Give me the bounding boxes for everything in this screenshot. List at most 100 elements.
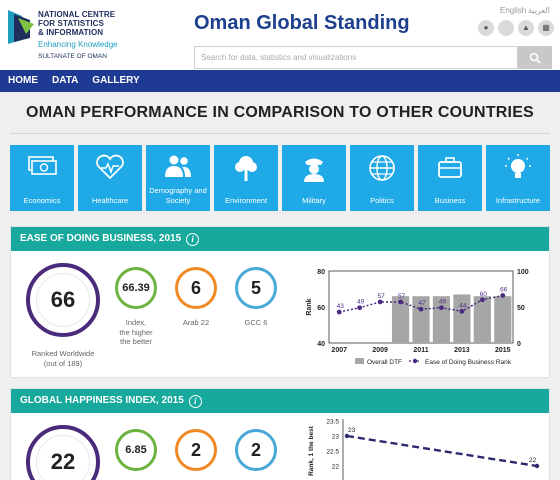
category-label: Healthcare — [91, 196, 129, 205]
caption-line: the higher — [119, 327, 153, 337]
y-tick-label: 23 — [332, 434, 340, 441]
x-tick-label: 2007 — [331, 347, 347, 354]
category-environment[interactable]: Environment — [214, 145, 278, 211]
heart-icon — [96, 154, 124, 180]
happiness-rank-chart[interactable]: 23.5 23 22.5 22 Rank, 1 the best 23 22 — [303, 417, 549, 480]
category-healthcare[interactable]: Healthcare — [78, 145, 142, 211]
legend-label-ease-rank: Ease of Doing Business Rank — [425, 359, 512, 366]
language-arabic-link[interactable]: العربية — [528, 6, 550, 15]
data-label: 49 — [439, 299, 447, 306]
section-header: EASE OF DOING BUSINESS, 2015 i — [11, 227, 549, 251]
officer-icon — [304, 158, 324, 182]
point-happiness-rank — [344, 433, 350, 439]
globe-icon — [369, 155, 395, 181]
org-name: NATIONAL CENTRE FOR STATISTICS & INFORMA… — [38, 10, 115, 37]
ease-of-doing-business-section: EASE OF DOING BUSINESS, 2015 i 66 Ranked… — [10, 226, 550, 378]
windows-icon[interactable]: ▦ — [538, 20, 554, 36]
data-label: 23 — [348, 427, 356, 434]
caption-line: the better — [120, 337, 152, 346]
data-label: 57 — [398, 293, 406, 300]
index-caption: Index, the higher the better — [107, 318, 165, 347]
happiness-rank-value: 22 — [50, 449, 76, 474]
data-label: 57 — [377, 293, 385, 300]
y-left-tick-label: 40 — [317, 341, 325, 348]
data-label: 44 — [459, 302, 467, 309]
category-business[interactable]: Business — [418, 145, 482, 211]
page-title: OMAN PERFORMANCE IN COMPARISON TO OTHER … — [26, 104, 534, 121]
category-label: Business — [434, 196, 466, 205]
legend-marker-ease-rank — [412, 358, 418, 364]
x-tick-label: 2015 — [495, 347, 511, 354]
info-icon[interactable]: i — [186, 232, 200, 246]
point-ease-rank — [336, 309, 342, 315]
category-demography-society[interactable]: Demography and Society — [146, 145, 210, 211]
tree-icon — [235, 156, 257, 181]
language-english-link[interactable]: English — [500, 6, 526, 15]
index-value: 66.39 — [122, 282, 150, 294]
briefcase-icon — [438, 157, 462, 178]
nav-data[interactable]: DATA — [45, 70, 85, 92]
point-ease-rank — [439, 305, 444, 311]
ease-of-doing-business-chart[interactable]: 40 60 80 0 50 100 Rank 43 49 57 57 47 49 44 60 66 2007 20… — [303, 263, 541, 373]
android-icon[interactable]: ▲ — [518, 20, 534, 36]
section-header: GLOBAL HAPPINESS INDEX, 2015 i — [11, 389, 549, 413]
point-ease-rank — [418, 306, 424, 312]
org-name-line: FOR STATISTICS — [38, 19, 104, 28]
data-label: 66 — [500, 286, 508, 293]
nav-home[interactable]: HOME — [0, 70, 45, 92]
category-label: Politics — [370, 196, 394, 205]
ncsi-logo-icon[interactable] — [8, 10, 34, 44]
category-label: Demography and Society — [149, 186, 207, 205]
category-label: Environment — [224, 196, 268, 205]
caption-line: Index, — [125, 318, 147, 327]
org-name-line: & INFORMATION — [38, 28, 104, 37]
blackberry-icon[interactable]: ● — [478, 20, 494, 36]
point-ease-rank — [459, 308, 465, 314]
gcc-rank-caption: GCC 6 — [244, 318, 268, 327]
apple-icon[interactable] — [498, 20, 514, 36]
point-ease-rank — [357, 305, 363, 311]
bar-overall-dtf — [494, 296, 512, 343]
search-icon — [529, 52, 541, 64]
search-input[interactable]: Search for data, statistics and visualiz… — [194, 46, 518, 69]
people-icon — [165, 155, 191, 177]
gcc-rank-badge: 5 — [235, 267, 277, 309]
y-right-tick-label: 100 — [517, 269, 529, 276]
app-store-links: ● ▲ ▦ — [478, 20, 554, 36]
rank-worldwide-badge: 66 — [26, 263, 100, 337]
site-title[interactable]: Oman Global Standing — [194, 12, 410, 35]
rank-worldwide-caption: Ranked Worldwide (out of 189) — [19, 349, 107, 368]
legend-label-overall-dtf: Overall DTF — [367, 359, 402, 366]
main-nav: HOME DATA GALLERY — [0, 70, 560, 92]
data-label: 43 — [337, 303, 345, 310]
nav-gallery[interactable]: GALLERY — [85, 70, 146, 92]
org-name-line: NATIONAL CENTRE — [38, 10, 116, 19]
arab-rank-caption: Arab 22 — [182, 318, 210, 327]
point-ease-rank — [479, 297, 485, 303]
category-tiles: Economics Healthcare Demography and Soci… — [10, 145, 550, 211]
global-happiness-index-section: GLOBAL HAPPINESS INDEX, 2015 i 22 6.85 2… — [10, 388, 550, 480]
point-happiness-rank — [534, 463, 540, 469]
bar-overall-dtf — [473, 296, 491, 343]
data-label: 60 — [480, 291, 488, 298]
arab-rank-value: 6 — [190, 277, 201, 298]
category-label: Economics — [23, 196, 61, 205]
info-icon[interactable]: i — [188, 394, 202, 408]
y-left-tick-label: 80 — [317, 269, 325, 276]
y-right-tick-label: 0 — [517, 341, 521, 348]
category-military[interactable]: Military — [282, 145, 346, 211]
divider — [10, 133, 550, 134]
happiness-index-badge: 6.85 — [115, 429, 157, 471]
happiness-gcc-value: 2 — [250, 439, 261, 460]
happiness-arab-badge: 2 — [175, 429, 217, 471]
category-politics[interactable]: Politics — [350, 145, 414, 211]
x-tick-label: 2011 — [413, 347, 428, 354]
org-country: SULTANATE OF OMAN — [38, 53, 107, 60]
y-tick-label: 22 — [332, 464, 340, 471]
happiness-gcc-badge: 2 — [235, 429, 277, 471]
category-infrastructure[interactable]: Infrastructure — [486, 145, 550, 211]
point-ease-rank — [500, 293, 506, 298]
happiness-arab-value: 2 — [190, 439, 201, 460]
search-button[interactable] — [518, 46, 552, 69]
category-economics[interactable]: Economics — [10, 145, 74, 211]
